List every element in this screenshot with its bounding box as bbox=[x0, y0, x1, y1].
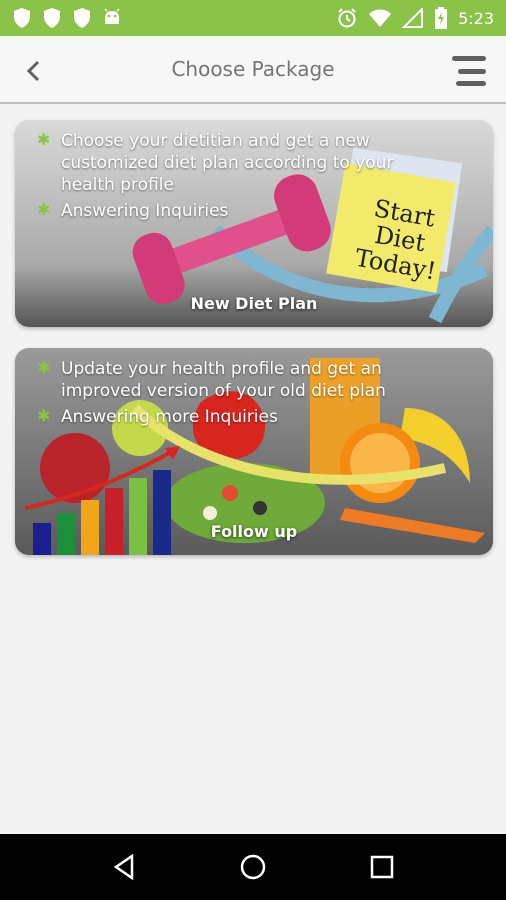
screen: 5:23 Choose Package Start Diet Today! ✱ … bbox=[0, 0, 506, 900]
feature-item: ✱ Choose your dietitian and get a new cu… bbox=[37, 130, 433, 196]
notification-icons bbox=[12, 7, 122, 29]
battery-charging-icon bbox=[435, 7, 448, 29]
feature-item: ✱ Answering more Inquiries bbox=[37, 406, 433, 428]
menu-button[interactable] bbox=[452, 56, 486, 86]
app-bar: Choose Package bbox=[0, 36, 506, 104]
feature-text: Choose your dietitian and get a new cust… bbox=[61, 131, 394, 195]
feature-item: ✱ Update your health profile and get an … bbox=[37, 358, 433, 402]
nav-home-button[interactable] bbox=[233, 847, 273, 887]
package-card-new-diet-plan[interactable]: Start Diet Today! ✱ Choose your dietitia… bbox=[15, 120, 493, 327]
package-name: New Diet Plan bbox=[190, 294, 318, 313]
star-bullet-icon: ✱ bbox=[37, 200, 51, 219]
chevron-left-icon bbox=[26, 60, 40, 82]
feature-text: Update your health profile and get an im… bbox=[61, 359, 386, 401]
status-bar: 5:23 bbox=[0, 0, 506, 36]
back-button[interactable] bbox=[20, 58, 46, 84]
back-triangle-icon bbox=[114, 854, 134, 880]
menu-icon-bar bbox=[456, 81, 486, 86]
status-time: 5:23 bbox=[458, 8, 494, 28]
shield-icon bbox=[44, 8, 60, 28]
nav-recents-button[interactable] bbox=[362, 847, 402, 887]
package-name: Follow up bbox=[210, 522, 298, 541]
signal-icon bbox=[402, 8, 424, 28]
shield-icon bbox=[14, 8, 30, 28]
star-bullet-icon: ✱ bbox=[37, 130, 51, 149]
star-bullet-icon: ✱ bbox=[37, 406, 51, 425]
menu-icon bbox=[452, 56, 486, 61]
home-circle-icon bbox=[240, 854, 266, 880]
star-bullet-icon: ✱ bbox=[37, 358, 51, 377]
package-card-follow-up[interactable]: ✱ Update your health profile and get an … bbox=[15, 348, 493, 555]
wifi-icon bbox=[369, 9, 392, 27]
nav-back-button[interactable] bbox=[104, 847, 144, 887]
navigation-bar bbox=[0, 834, 506, 900]
shield-icon bbox=[74, 8, 90, 28]
recents-square-icon bbox=[370, 855, 393, 879]
feature-item: ✱ Answering Inquiries bbox=[37, 200, 433, 222]
page-title: Choose Package bbox=[171, 57, 335, 81]
system-icons: 5:23 bbox=[336, 7, 494, 29]
alarm-icon bbox=[338, 8, 356, 28]
package-features: ✱ Choose your dietitian and get a new cu… bbox=[37, 130, 433, 226]
feature-text: Answering Inquiries bbox=[61, 201, 229, 221]
feature-text: Answering more Inquiries bbox=[61, 407, 278, 427]
menu-icon-bar bbox=[458, 68, 486, 74]
package-features: ✱ Update your health profile and get an … bbox=[37, 358, 433, 432]
android-icon bbox=[104, 8, 120, 24]
